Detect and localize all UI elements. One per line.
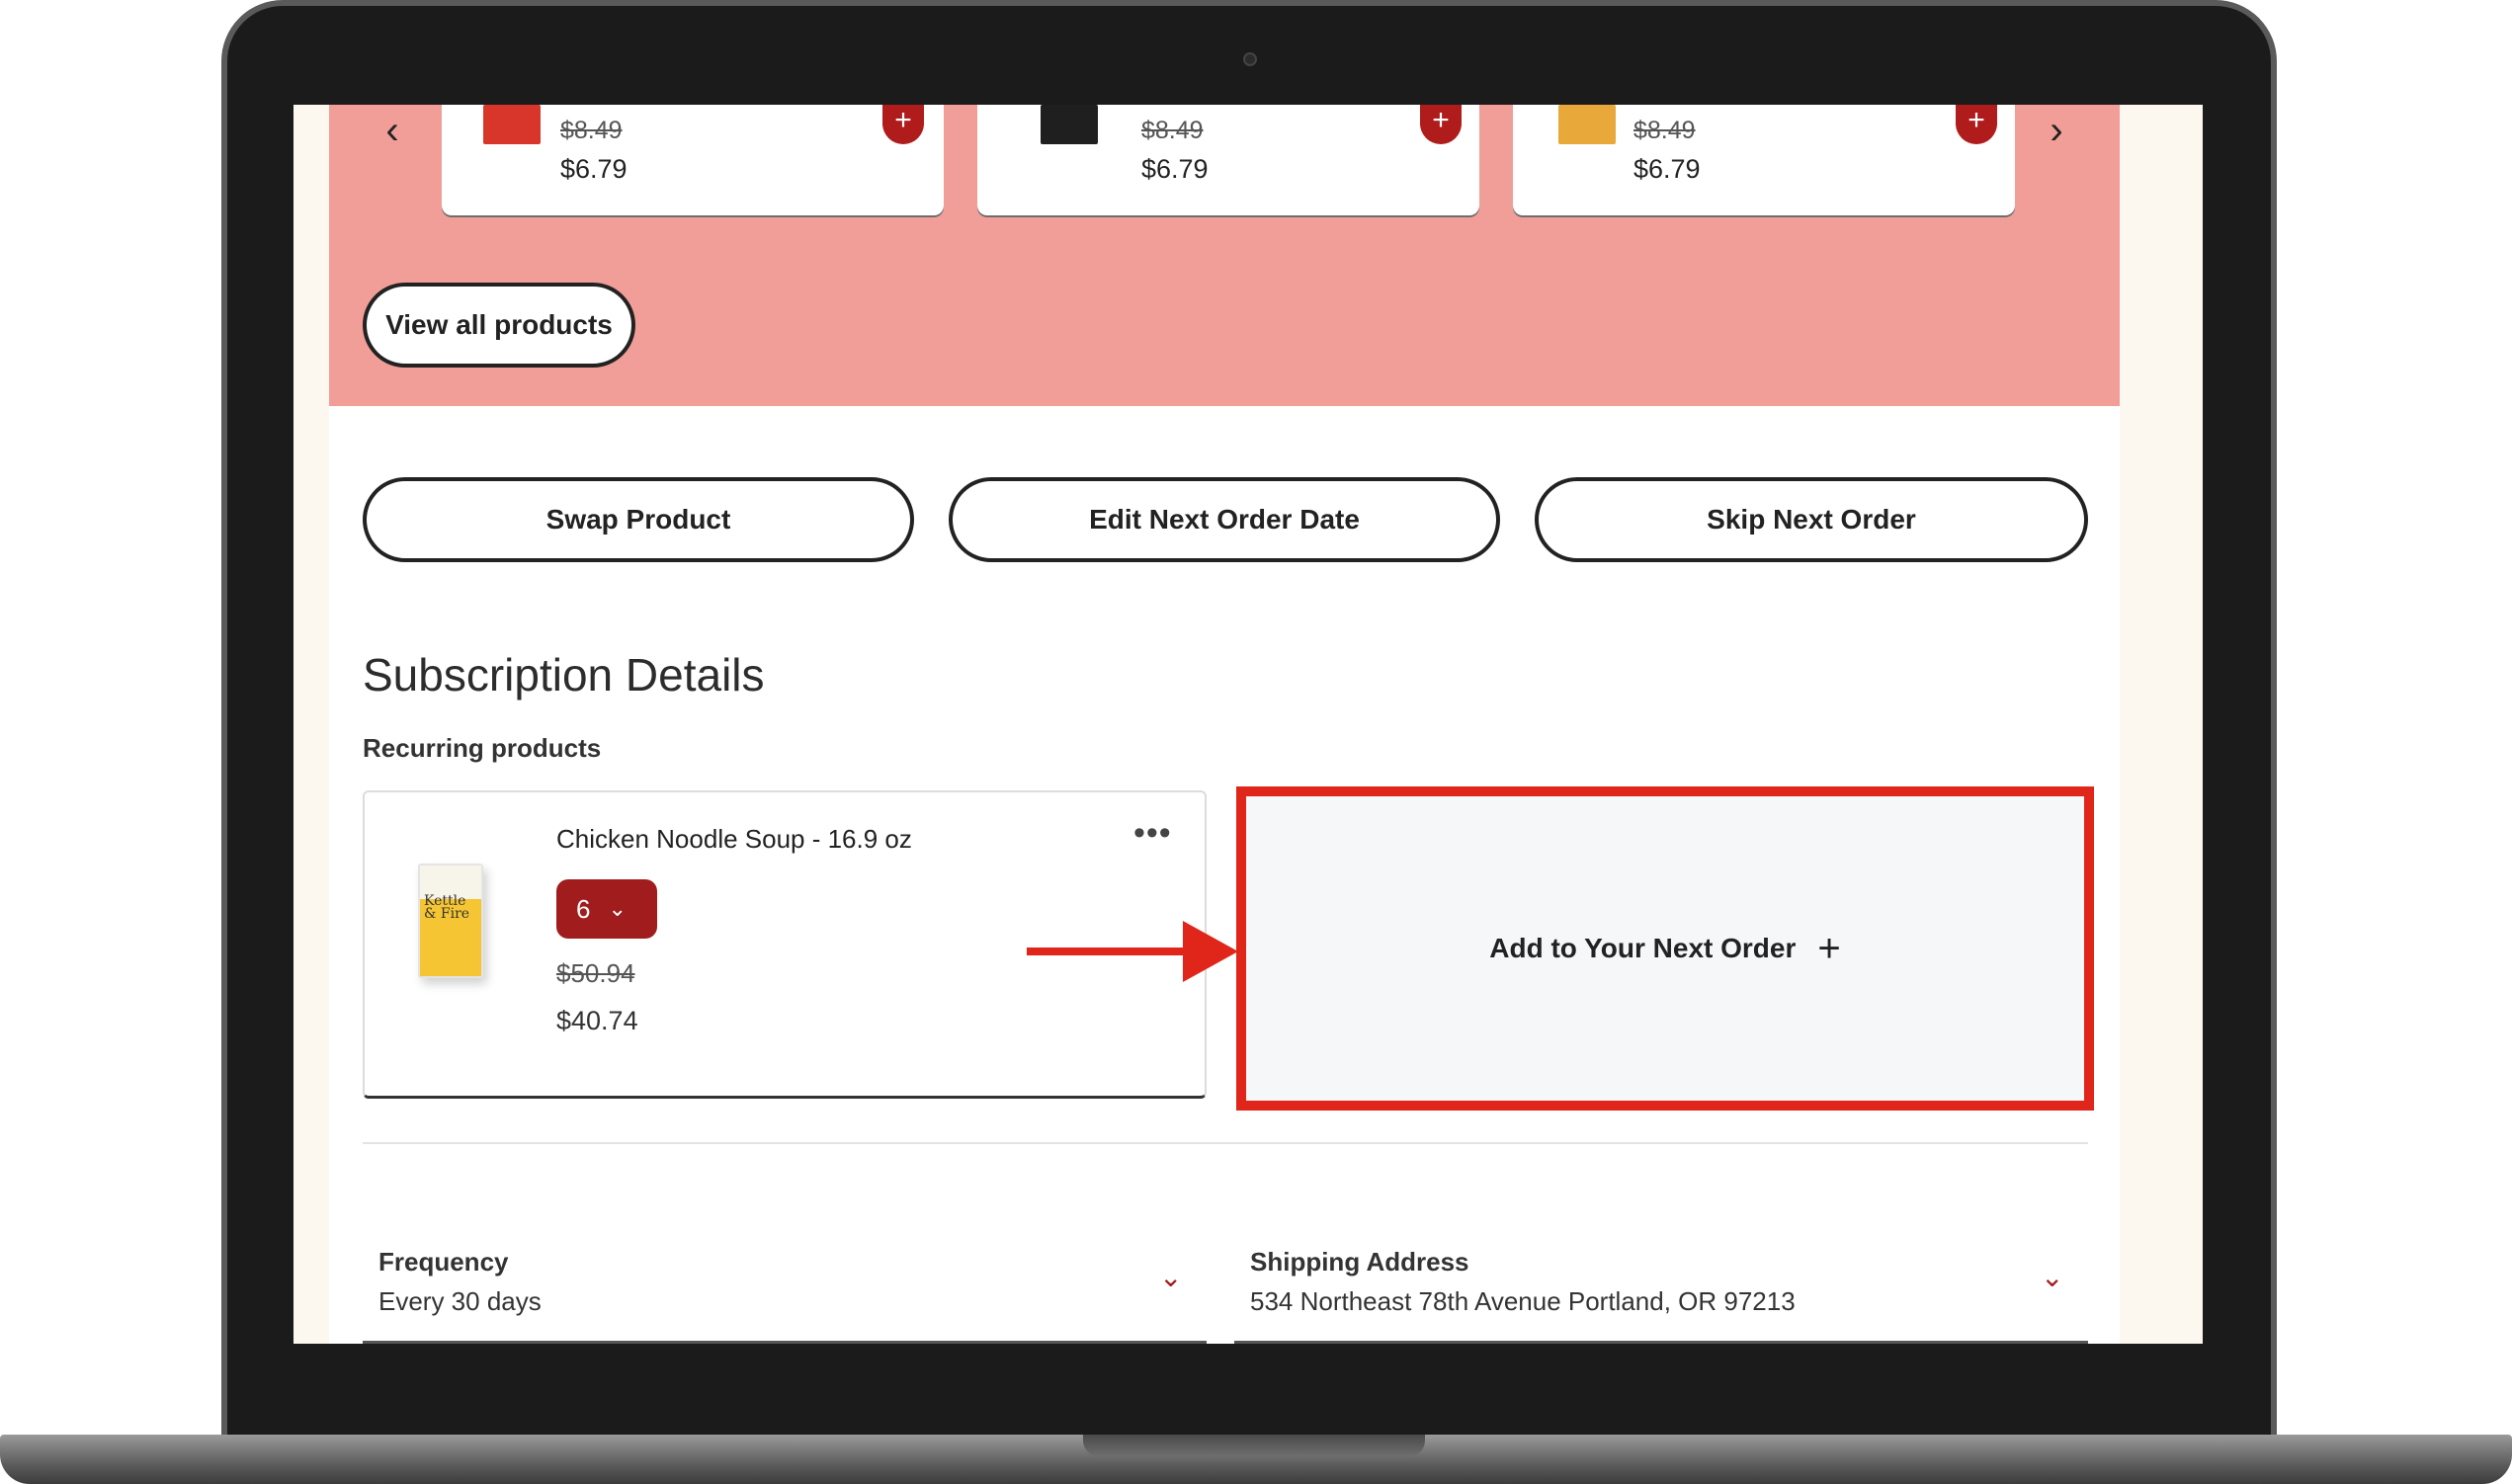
shipping-address-label: Shipping Address	[1250, 1247, 1469, 1277]
card-old-price: $8.49	[1141, 117, 1204, 144]
card-new-price: $6.79	[1141, 154, 1209, 184]
subscription-page: ‹ $8.49 $6.79 + $8.49 $6.79 + $8.49 $6.7…	[329, 105, 2120, 1344]
product-thumbnail	[1041, 105, 1098, 144]
card-old-price: $8.49	[1633, 117, 1696, 144]
frequency-label: Frequency	[378, 1247, 509, 1277]
add-to-cart-icon[interactable]: +	[1420, 105, 1462, 144]
divider	[363, 1142, 2088, 1144]
card-new-price: $6.79	[1633, 154, 1701, 184]
add-to-next-order-button[interactable]: Add to Your Next Order +	[1246, 796, 2084, 1101]
product-thumbnail	[483, 105, 541, 144]
chevron-down-icon: ⌄	[1159, 1262, 1183, 1292]
add-to-next-order-label: Add to Your Next Order	[1489, 933, 1797, 963]
carousel-card[interactable]: $8.49 $6.79 +	[977, 105, 1479, 215]
edit-next-order-date-button[interactable]: Edit Next Order Date	[949, 477, 1500, 562]
quantity-select[interactable]: 6 ⌄	[556, 879, 657, 939]
carousel-next-icon[interactable]: ›	[2037, 111, 2076, 150]
callout-arrow-icon	[1027, 948, 1185, 955]
product-thumbnail	[1558, 105, 1616, 144]
quantity-value: 6	[576, 893, 591, 924]
page-title: Subscription Details	[363, 649, 765, 701]
product-new-price: $40.74	[556, 1006, 638, 1035]
more-options-icon[interactable]: •••	[1133, 816, 1172, 850]
product-carousel: ‹ $8.49 $6.79 + $8.49 $6.79 + $8.49 $6.7…	[329, 105, 2120, 406]
carousel-card[interactable]: $8.49 $6.79 +	[442, 105, 944, 215]
chevron-down-icon: ⌄	[2041, 1262, 2064, 1292]
product-name: Chicken Noodle Soup - 16.9 oz	[556, 824, 912, 854]
shipping-address-dropdown[interactable]: Shipping Address 534 Northeast 78th Aven…	[1234, 1227, 2088, 1344]
swap-product-button[interactable]: Swap Product	[363, 477, 914, 562]
chevron-down-icon: ⌄	[608, 896, 627, 921]
product-image: Kettle & Fire	[418, 864, 483, 978]
carousel-prev-icon[interactable]: ‹	[373, 111, 412, 150]
add-to-cart-icon[interactable]: +	[882, 105, 924, 144]
camera-icon	[1243, 52, 1257, 66]
plus-icon: +	[1817, 927, 1841, 970]
frequency-value: Every 30 days	[378, 1286, 542, 1316]
view-all-products-button[interactable]: View all products	[363, 283, 635, 368]
box-brand-text: Kettle & Fire	[424, 893, 470, 922]
card-new-price: $6.79	[560, 154, 628, 184]
add-to-next-order-card[interactable]: Add to Your Next Order +	[1236, 786, 2094, 1111]
frequency-dropdown[interactable]: Frequency Every 30 days ⌄	[363, 1227, 1207, 1344]
callout-arrow-head	[1183, 921, 1238, 982]
product-old-price: $50.94	[556, 958, 635, 988]
skip-next-order-button[interactable]: Skip Next Order	[1535, 477, 2088, 562]
add-to-cart-icon[interactable]: +	[1956, 105, 1997, 144]
recurring-products-heading: Recurring products	[363, 733, 602, 763]
screen: ‹ $8.49 $6.79 + $8.49 $6.79 + $8.49 $6.7…	[293, 105, 2203, 1344]
carousel-card[interactable]: $8.49 $6.79 +	[1513, 105, 2015, 215]
laptop-notch	[1083, 1435, 1425, 1456]
recurring-product-card: Kettle & Fire Chicken Noodle Soup - 16.9…	[363, 790, 1207, 1099]
shipping-address-value: 534 Northeast 78th Avenue Portland, OR 9…	[1250, 1286, 1796, 1316]
card-old-price: $8.49	[560, 117, 623, 144]
